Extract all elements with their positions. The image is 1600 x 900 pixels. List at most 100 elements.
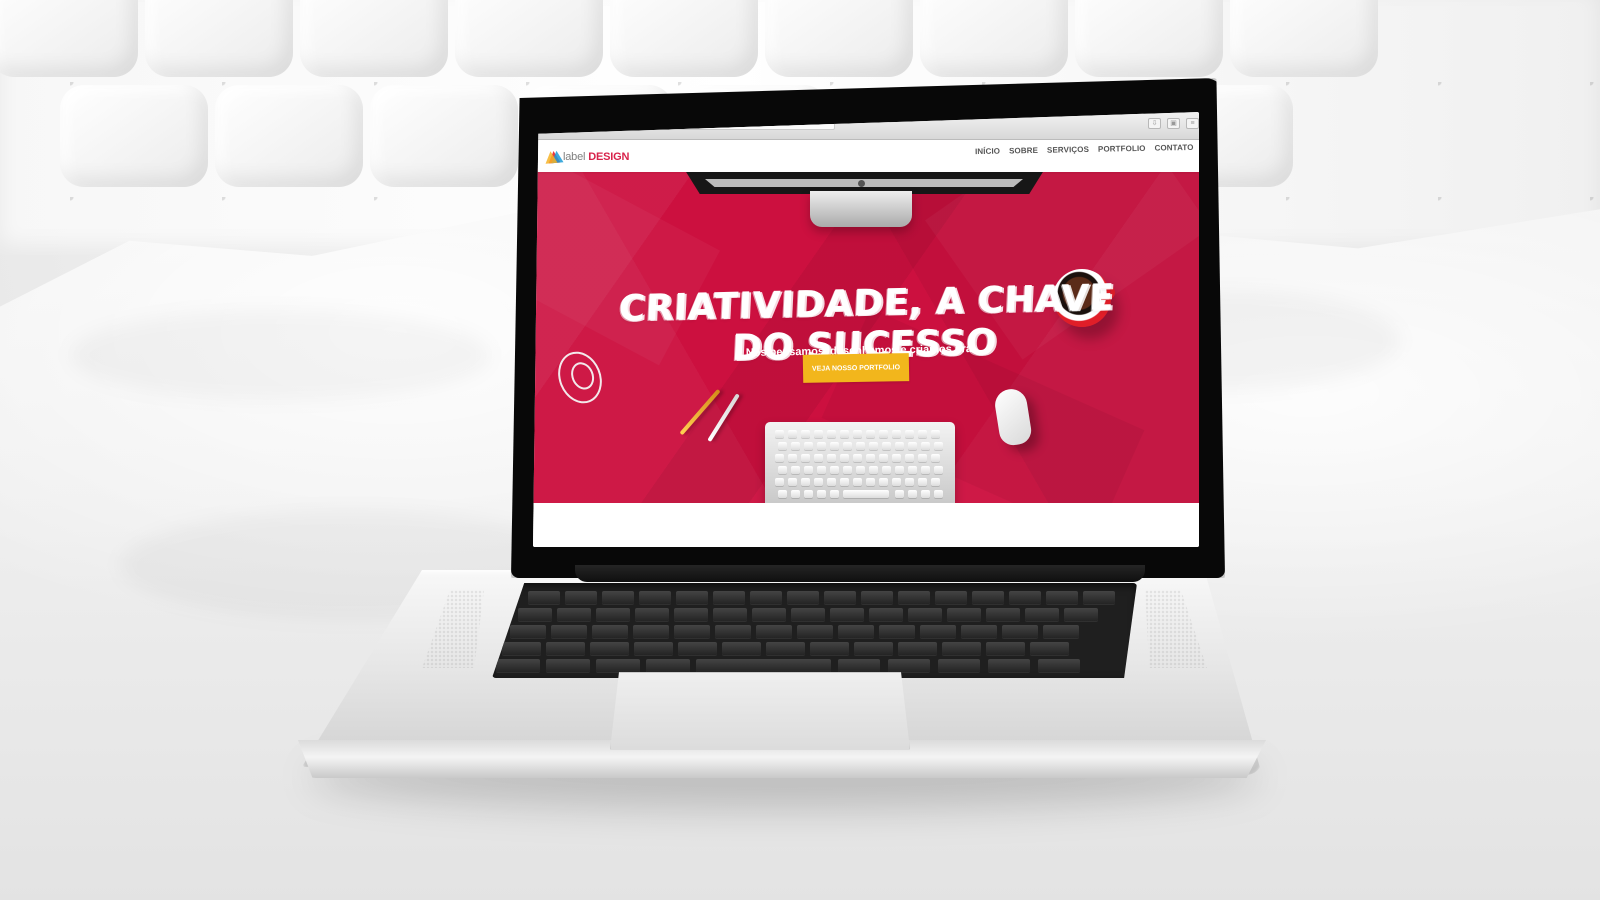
site-header: label DESIGN INÍCIO SOBRE SERVIÇOS PORTFO…: [533, 140, 1199, 172]
keyboard-key[interactable]: [551, 625, 587, 638]
keyboard-key[interactable]: [592, 625, 628, 638]
desk-keyboard-key: [934, 442, 943, 450]
keyboard-key[interactable]: [674, 625, 710, 638]
portfolio-button[interactable]: VEJA NOSSO PORTFOLIO: [802, 353, 910, 383]
keyboard-key[interactable]: [879, 625, 915, 638]
keyboard-key[interactable]: [590, 642, 629, 655]
keyboard-key[interactable]: [942, 642, 981, 655]
keyboard-key[interactable]: [920, 625, 956, 638]
headboard-cushion: [215, 85, 363, 187]
desk-keyboard-key: [830, 466, 839, 474]
desk-keyboard-key: [778, 466, 787, 474]
keyboard-key[interactable]: [752, 608, 786, 621]
keyboard-key[interactable]: [750, 591, 782, 604]
desk-keyboard-key: [908, 466, 917, 474]
nav-servicos[interactable]: SERVIÇOS: [1046, 145, 1088, 155]
keyboard-key[interactable]: [961, 625, 997, 638]
keyboard-key[interactable]: [854, 642, 893, 655]
desk-keyboard-key: [921, 466, 930, 474]
keyboard-key[interactable]: [633, 625, 669, 638]
desk-keyboard-key: [853, 454, 862, 462]
keyboard-key[interactable]: [986, 642, 1025, 655]
tab-overview-icon[interactable]: ▣: [1167, 118, 1180, 129]
keyboard-key[interactable]: [898, 591, 930, 604]
keyboard-key[interactable]: [986, 608, 1020, 621]
keyboard-key[interactable]: [908, 608, 942, 621]
keyboard-key[interactable]: [797, 625, 833, 638]
menu-icon[interactable]: ≡: [1186, 118, 1199, 129]
keyboard-key[interactable]: [766, 642, 805, 655]
desk-keyboard-key: [775, 478, 784, 486]
desk-keyboard-key: [775, 454, 784, 462]
nav-portfolio[interactable]: PORTFOLIO: [1097, 144, 1145, 154]
nav-inicio[interactable]: INÍCIO: [974, 147, 999, 156]
keyboard-key[interactable]: [1030, 642, 1069, 655]
keyboard-key[interactable]: [596, 659, 640, 672]
keyboard-key[interactable]: [1046, 591, 1078, 604]
desk-keyboard-key: [895, 466, 904, 474]
logo-emphasis: DESIGN: [588, 151, 630, 163]
keyboard-key[interactable]: [602, 591, 634, 604]
keyboard-key[interactable]: [713, 608, 747, 621]
keyboard-key[interactable]: [861, 591, 893, 604]
keyboard-key[interactable]: [824, 591, 856, 604]
keyboard-key[interactable]: [988, 659, 1030, 672]
desk-keyboard-key: [840, 454, 849, 462]
keyboard-key[interactable]: [935, 591, 967, 604]
keyboard-key[interactable]: [888, 659, 930, 672]
desk-keyboard-key: [775, 430, 784, 438]
keyboard-key[interactable]: [1009, 591, 1041, 604]
keyboard-key[interactable]: [1064, 608, 1098, 621]
keyboard-key[interactable]: [502, 642, 541, 655]
keyboard-key[interactable]: [635, 608, 669, 621]
download-icon[interactable]: ⇩: [1148, 118, 1161, 129]
desk-keyboard-key: [918, 430, 927, 438]
keyboard-key[interactable]: [1002, 625, 1038, 638]
keyboard-key[interactable]: [678, 642, 717, 655]
trackpad[interactable]: [610, 672, 910, 750]
keyboard-key[interactable]: [674, 608, 708, 621]
keyboard-key[interactable]: [869, 608, 903, 621]
keyboard-key[interactable]: [518, 608, 552, 621]
keyboard-key[interactable]: [528, 591, 560, 604]
keyboard-key[interactable]: [947, 608, 981, 621]
keyboard-key[interactable]: [565, 591, 597, 604]
keyboard-key[interactable]: [722, 642, 761, 655]
keyboard-key[interactable]: [1083, 591, 1115, 604]
keyboard-key[interactable]: [646, 659, 690, 672]
desk-keyboard-key: [905, 454, 914, 462]
keyboard-key[interactable]: [596, 608, 630, 621]
keyboard-key[interactable]: [838, 659, 880, 672]
keyboard-key[interactable]: [838, 625, 874, 638]
nav-contato[interactable]: CONTATO: [1154, 143, 1193, 153]
desk-keyboard-key: [879, 454, 888, 462]
keyboard-key[interactable]: [756, 625, 792, 638]
headboard-cushion: [455, 0, 603, 77]
keyboard-key[interactable]: [810, 642, 849, 655]
desk-keyboard-key: [788, 430, 797, 438]
keyboard-key[interactable]: [557, 608, 591, 621]
keyboard-key[interactable]: [715, 625, 751, 638]
keyboard-key[interactable]: [1025, 608, 1059, 621]
keyboard-key[interactable]: [713, 591, 745, 604]
headboard-cushion: [145, 0, 293, 77]
keyboard-key[interactable]: [787, 591, 819, 604]
labeldesign-logo[interactable]: label DESIGN: [544, 150, 630, 164]
keyboard-key[interactable]: [791, 608, 825, 621]
keyboard-key[interactable]: [1038, 659, 1080, 672]
keyboard-key[interactable]: [546, 642, 585, 655]
keyboard-key[interactable]: [938, 659, 980, 672]
keyboard-key[interactable]: [972, 591, 1004, 604]
keyboard-key[interactable]: [546, 659, 590, 672]
keyboard-key[interactable]: [830, 608, 864, 621]
keyboard-key[interactable]: [898, 642, 937, 655]
keyboard-key[interactable]: [634, 642, 673, 655]
keyboard-key[interactable]: [639, 591, 671, 604]
keyboard-key[interactable]: [676, 591, 708, 604]
keyboard-key[interactable]: [510, 625, 546, 638]
desk-keyboard-key: [804, 466, 813, 474]
keyboard-key[interactable]: [496, 659, 540, 672]
keyboard-key[interactable]: [696, 659, 831, 672]
nav-sobre[interactable]: SOBRE: [1008, 146, 1037, 156]
keyboard-key[interactable]: [1043, 625, 1079, 638]
